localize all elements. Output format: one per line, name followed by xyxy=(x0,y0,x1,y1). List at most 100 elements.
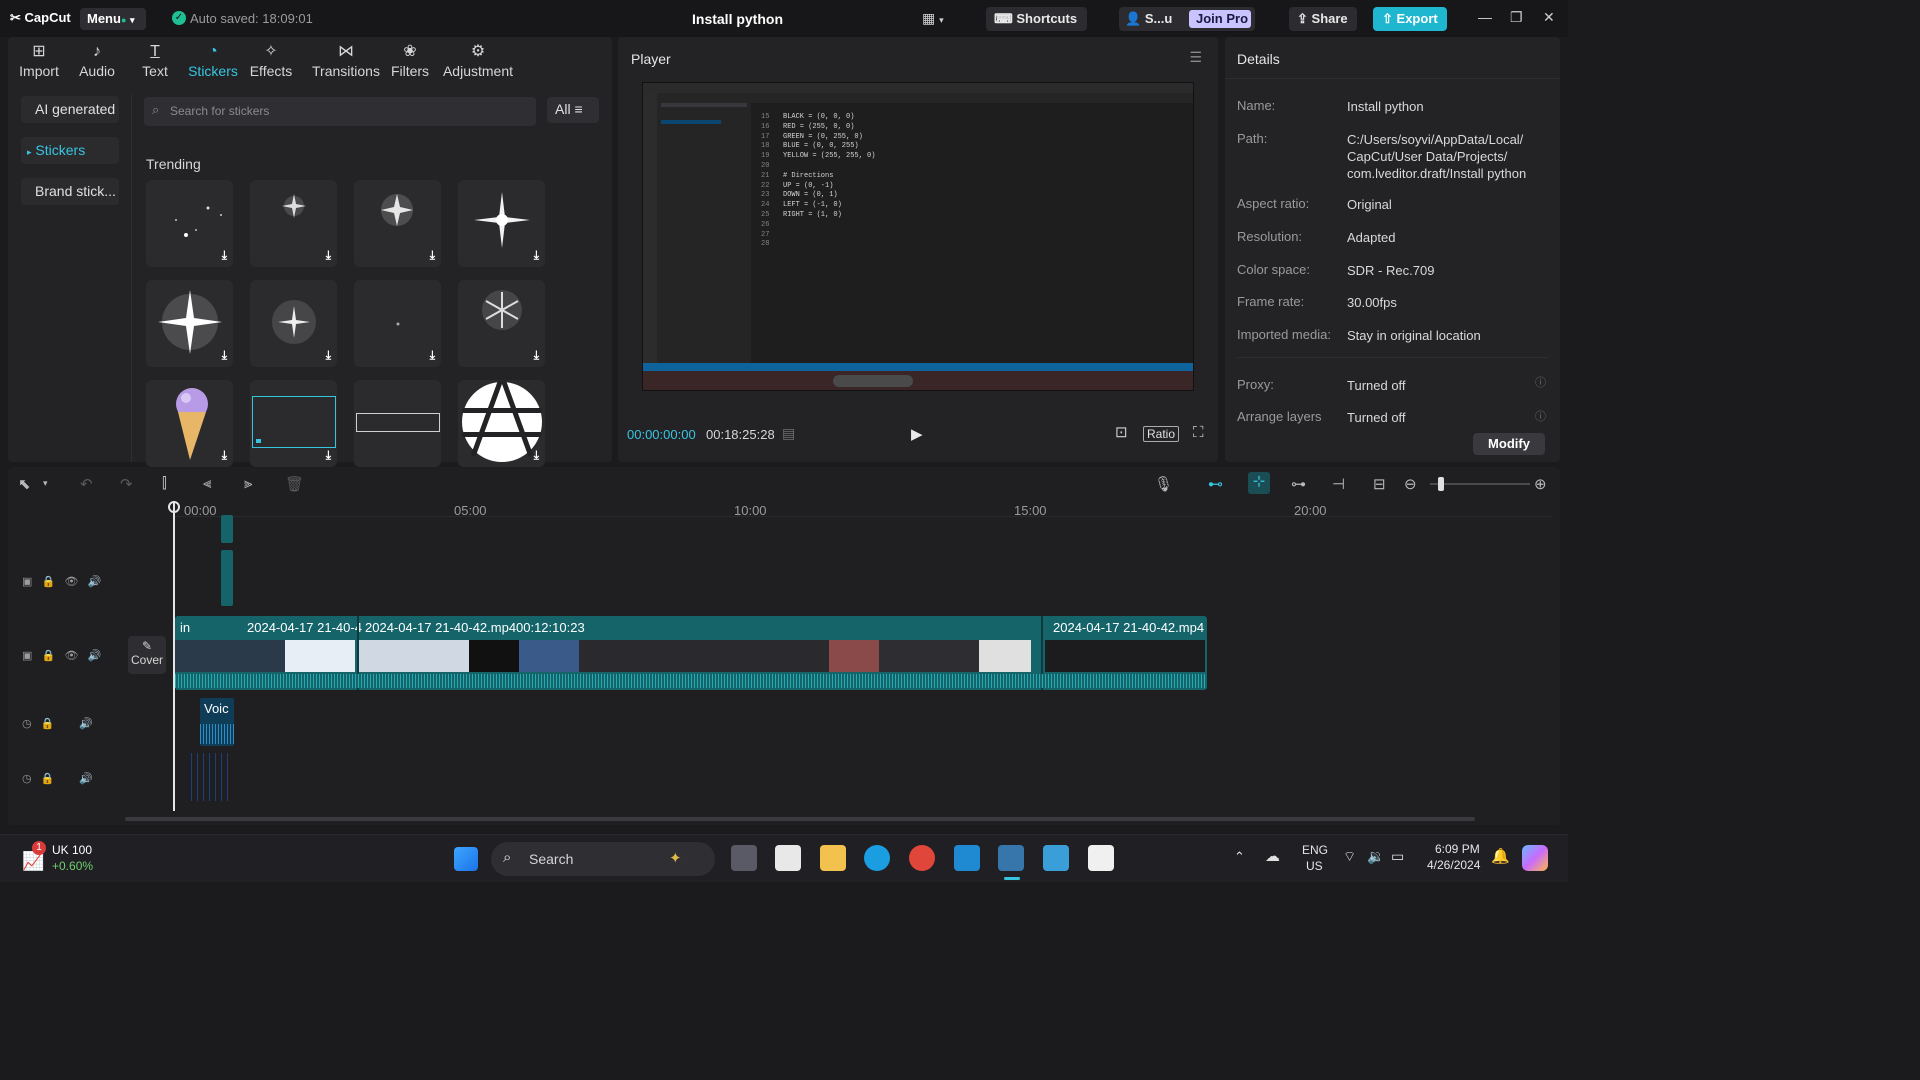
notepad-icon[interactable] xyxy=(1043,845,1069,871)
microphone-icon[interactable]: 🎙 xyxy=(1154,475,1173,493)
taskbar-search[interactable]: ⌕ Search ✦ xyxy=(491,842,715,876)
python-icon[interactable] xyxy=(998,845,1024,871)
link-icon[interactable]: ⊶ xyxy=(1291,475,1306,493)
windows-start-icon[interactable] xyxy=(454,847,478,871)
language-top[interactable]: ENG xyxy=(1302,843,1328,857)
capcut-icon[interactable] xyxy=(1088,845,1114,871)
edge-icon[interactable] xyxy=(864,845,890,871)
play-icon[interactable]: ▶ xyxy=(911,425,923,443)
close-icon[interactable]: ✕ xyxy=(1543,9,1555,26)
copilot-icon[interactable] xyxy=(1522,845,1548,871)
zoom-in-icon[interactable]: ⊕ xyxy=(1534,475,1547,493)
tab-text[interactable]: T̲ Text xyxy=(126,41,184,79)
download-icon[interactable]: ⤓ xyxy=(430,248,435,263)
download-icon[interactable]: ⤓ xyxy=(534,348,539,363)
shortcuts-button[interactable]: ⌨ Shortcuts xyxy=(986,7,1087,31)
info-icon[interactable]: ⓘ xyxy=(1535,374,1546,390)
sidebar-item-stickers[interactable]: ▸ Stickers xyxy=(21,137,119,164)
cover-button[interactable]: ✎ Cover xyxy=(128,636,166,674)
tab-stickers[interactable]: ◔ Stickers xyxy=(184,41,242,79)
microsoft-store-icon[interactable] xyxy=(775,845,801,871)
download-icon[interactable]: ⤓ xyxy=(326,448,331,463)
account-area[interactable]: 👤 S...u Join Pro xyxy=(1119,7,1255,31)
download-icon[interactable]: ⤓ xyxy=(534,248,539,263)
filter-all-button[interactable]: All ≡ xyxy=(547,97,599,123)
delete-icon[interactable]: 🗑 xyxy=(285,475,304,493)
sticker-sparkle-dots[interactable]: ⤓ xyxy=(146,180,233,267)
lock-icon[interactable]: 🔒 xyxy=(42,650,56,662)
sticker-small-star[interactable]: ⤓ xyxy=(250,180,337,267)
trim-left-icon[interactable]: ⫷ xyxy=(203,475,211,492)
lock-icon[interactable]: 🔒 xyxy=(41,718,55,730)
join-pro-button[interactable]: Join Pro xyxy=(1189,10,1251,28)
player-menu-icon[interactable]: ☰ xyxy=(1189,49,1202,66)
audio-track-icon[interactable]: ◷ xyxy=(22,718,32,730)
clock-time[interactable]: 6:09 PM xyxy=(1435,842,1480,856)
download-icon[interactable]: ⤓ xyxy=(222,348,227,363)
tab-effects[interactable]: ✧ Effects xyxy=(242,41,300,79)
speaker-icon[interactable]: 🔉 xyxy=(1367,848,1384,865)
sticker-search-box[interactable]: ⌕ xyxy=(144,97,536,126)
vscode-icon[interactable] xyxy=(954,845,980,871)
download-icon[interactable]: ⤓ xyxy=(534,448,539,463)
video-preview[interactable]: 15 16 17 18 19 20 21 22 23 24 25 26 27 2… xyxy=(642,82,1194,391)
download-icon[interactable]: ⤓ xyxy=(430,348,435,363)
lock-icon[interactable]: 🔒 xyxy=(41,773,55,785)
zoom-slider[interactable] xyxy=(1430,477,1530,491)
overlay-clip[interactable] xyxy=(221,515,233,543)
sticker-snowflake[interactable]: ⤓ xyxy=(458,280,545,367)
download-icon[interactable]: ⤓ xyxy=(222,448,227,463)
sticker-globe-shape[interactable]: ⤓ xyxy=(458,380,545,467)
sticker-soft-star[interactable]: ⤓ xyxy=(250,280,337,367)
grid-icon[interactable]: ▤ xyxy=(782,425,795,442)
redo-icon[interactable]: ↷ xyxy=(120,475,133,493)
sticker-frame-cyan[interactable]: ⤓ xyxy=(250,380,337,467)
ratio-button[interactable]: Ratio xyxy=(1143,426,1180,442)
timeline-ruler[interactable]: 00:00 05:00 10:00 15:00 20:00 xyxy=(173,497,1553,518)
wifi-icon[interactable]: ⌔ xyxy=(1343,848,1356,866)
sticker-big-sparkle[interactable]: ⤓ xyxy=(146,280,233,367)
preview-axis-icon[interactable]: ⊣ xyxy=(1332,475,1345,493)
download-icon[interactable]: ⤓ xyxy=(326,348,331,363)
tab-filters[interactable]: ❀ Filters xyxy=(372,41,448,79)
menu-button[interactable]: Menu● ▾ xyxy=(80,8,146,30)
eye-icon[interactable]: 👁 xyxy=(64,650,78,662)
audio-clip[interactable] xyxy=(191,753,233,801)
restore-icon[interactable]: ❐ xyxy=(1510,9,1523,26)
battery-icon[interactable]: ▭ xyxy=(1391,848,1404,865)
onedrive-icon[interactable]: ☁ xyxy=(1265,847,1280,865)
fullscreen-icon[interactable]: ⛶ xyxy=(1193,424,1204,441)
split-icon[interactable]: ⫿ xyxy=(162,475,167,492)
track-type-icon[interactable]: ▣ xyxy=(22,650,32,662)
sticker-four-point-star[interactable]: ⤓ xyxy=(458,180,545,267)
sticker-ice-cream[interactable]: ⤓ xyxy=(146,380,233,467)
tab-import[interactable]: ⊞ Import xyxy=(10,41,68,79)
file-explorer-icon[interactable] xyxy=(820,845,846,871)
minimize-icon[interactable]: — xyxy=(1478,9,1492,25)
main-track-magnet-icon[interactable]: ⊷ xyxy=(1208,475,1223,493)
caption-icon[interactable]: ⊟ xyxy=(1373,475,1386,493)
clock-date[interactable]: 4/26/2024 xyxy=(1427,858,1480,872)
layout-icon[interactable]: ▦ ▾ xyxy=(922,10,944,27)
volume-icon[interactable]: 🔊 xyxy=(79,718,93,730)
volume-icon[interactable]: 🔊 xyxy=(79,773,93,785)
share-button[interactable]: ⇪ Share xyxy=(1289,7,1357,31)
export-button[interactable]: ⇧ Export xyxy=(1373,7,1447,31)
select-tool-icon[interactable]: ⬉ xyxy=(18,475,31,493)
overlay-clip[interactable] xyxy=(221,550,233,606)
track-type-icon[interactable]: ▣ xyxy=(22,576,32,588)
volume-icon[interactable]: 🔊 xyxy=(88,650,102,662)
stock-widget[interactable]: 📈 1 UK 100 +0.60% xyxy=(18,841,108,877)
playhead-handle[interactable] xyxy=(168,501,180,513)
sticker-search-input[interactable] xyxy=(170,104,520,118)
notification-bell-icon[interactable]: 🔔 xyxy=(1491,847,1510,865)
timeline-scrollbar[interactable] xyxy=(125,817,1475,821)
screenshot-icon[interactable]: ⊡ xyxy=(1115,423,1128,441)
chrome-icon[interactable] xyxy=(909,845,935,871)
zoom-out-icon[interactable]: ⊖ xyxy=(1404,475,1417,493)
main-video-clip[interactable]: in 2024-04-17 21-40-4 2024-04-17 21-40-4… xyxy=(175,616,1207,690)
task-view-icon[interactable] xyxy=(731,845,757,871)
chevron-down-icon[interactable]: ▾ xyxy=(43,478,48,489)
eye-icon[interactable]: 👁 xyxy=(64,576,78,588)
volume-icon[interactable]: 🔊 xyxy=(88,576,102,588)
